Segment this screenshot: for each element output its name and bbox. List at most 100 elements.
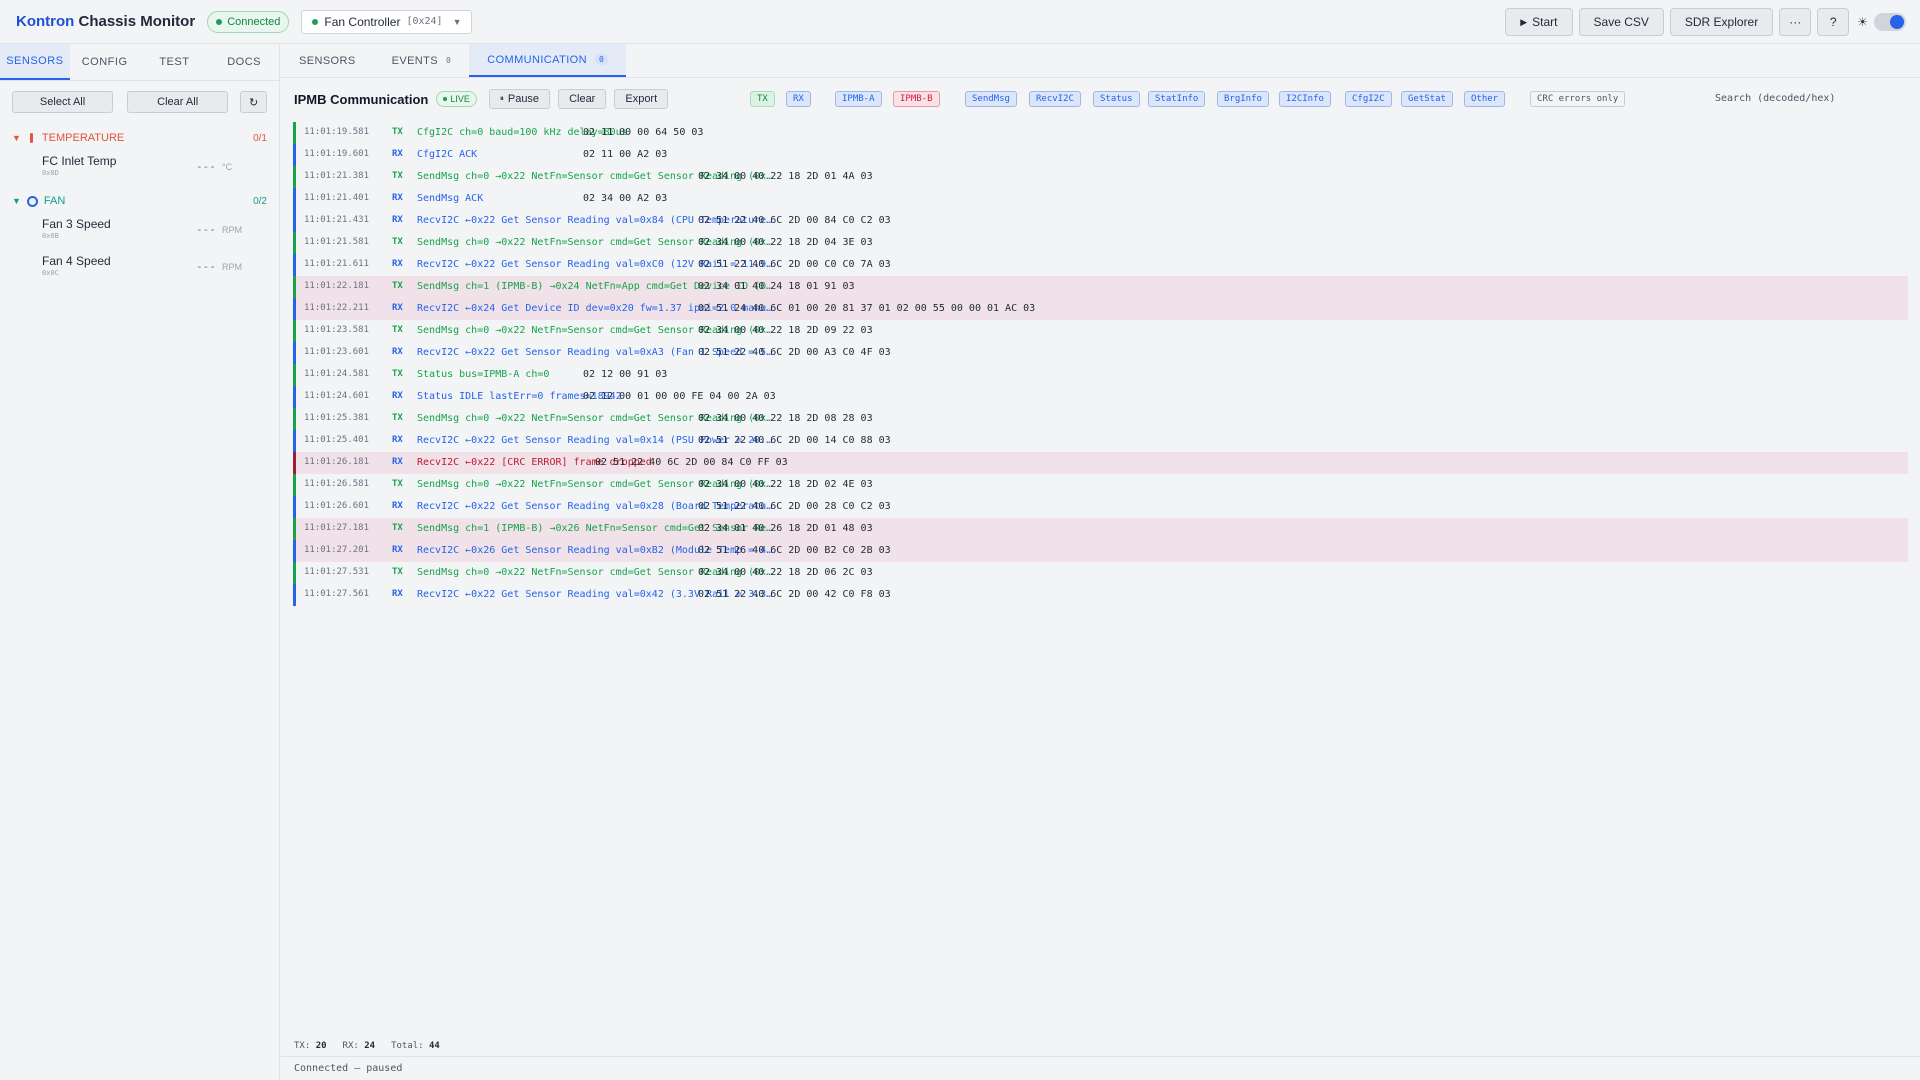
log-hex: 02 51 22 40 6C 2D 00 14 C0 88 03	[698, 435, 891, 446]
sensor-item-fc-inlet-temp[interactable]: FC Inlet Temp 0x0D --- °C	[0, 149, 279, 186]
log-hex: 02 51 22 40 6C 2D 00 84 C0 C2 03	[698, 215, 891, 226]
select-all-button[interactable]: Select All	[12, 91, 114, 113]
log-decoded: SendMsg ACK	[417, 193, 484, 204]
log-direction: TX	[392, 281, 403, 291]
filter-ipmb-b[interactable]: IPMB-B	[893, 91, 940, 107]
log-direction: RX	[392, 347, 403, 357]
log-timestamp: 11:01:25.401	[304, 435, 370, 445]
sidebar-tabs: SENSORS CONFIG TEST DOCS	[0, 44, 279, 81]
filter-ipmb-a[interactable]: IPMB-A	[835, 91, 882, 107]
log-hex: 02 34 01 40 26 18 2D 01 48 03	[698, 523, 873, 534]
log-row[interactable]: 11:01:21.381 TX SendMsg ch=0 →0x22 NetFn=S…	[293, 166, 1908, 188]
refresh-button[interactable]: ↻	[240, 91, 267, 113]
log-row[interactable]: 11:01:23.581 TX SendMsg ch=0 →0x22 NetFn=S…	[293, 320, 1908, 342]
theme-toggle[interactable]	[1874, 13, 1906, 31]
tab-communication[interactable]: COMMUNICATION 0	[469, 44, 627, 77]
fan-icon	[26, 195, 38, 207]
device-selector[interactable]: Fan Controller [0x24] ▼	[301, 9, 473, 34]
log-hex: 02 34 00 A2 03	[583, 193, 668, 204]
tab-label: EVENTS	[391, 54, 439, 67]
log-row[interactable]: 11:01:21.401 RX SendMsg ACK 02 34 00 A2 03	[293, 188, 1908, 210]
log-row[interactable]: 11:01:27.561 RX RecvI2C ←0x22 Get Sensor R…	[293, 584, 1908, 606]
filter-statinfo[interactable]: StatInfo	[1148, 91, 1206, 107]
log-hex: 02 34 00 40 22 18 2D 08 28 03	[698, 413, 873, 424]
log-direction: RX	[392, 501, 403, 511]
filter-recvi2c[interactable]: RecvI2C	[1029, 91, 1081, 107]
tx-label: TX:	[294, 1041, 311, 1051]
search-input[interactable]: Search (decoded/hex)	[1715, 93, 1835, 104]
filter-tx[interactable]: TX	[750, 91, 775, 107]
export-button[interactable]: Export	[614, 89, 669, 109]
tx-count: 20	[315, 1041, 327, 1051]
sun-icon: ☀	[1857, 15, 1868, 29]
log-hex: 02 11 00 A2 03	[583, 149, 668, 160]
sensor-item-fan-3-speed[interactable]: Fan 3 Speed 0x0B --- RPM	[0, 212, 279, 249]
filter-other[interactable]: Other	[1464, 91, 1506, 107]
filter-status[interactable]: Status	[1093, 91, 1140, 107]
clear-all-button[interactable]: Clear All	[127, 91, 229, 113]
more-button[interactable]: ···	[1779, 8, 1812, 36]
log-hex: 02 51 22 40 6C 2D 00 28 C0 C2 03	[698, 501, 891, 512]
log-timestamp: 11:01:21.381	[304, 171, 370, 181]
expand-triangle-icon: ▼	[12, 133, 21, 143]
sidebar-tab-docs[interactable]: DOCS	[209, 44, 279, 80]
log-row[interactable]: 11:01:26.181 RX RecvI2C ←0x22 [CRC ERROR] …	[293, 452, 1908, 474]
sidebar-tab-config[interactable]: CONFIG	[70, 44, 140, 80]
filter-i2cinfo[interactable]: I2CInfo	[1279, 91, 1331, 107]
group-label: FAN	[43, 195, 66, 207]
log-row[interactable]: 11:01:24.601 RX Status IDLE lastErr=0 fram…	[293, 386, 1908, 408]
log-row[interactable]: 11:01:25.381 TX SendMsg ch=0 →0x22 NetFn=S…	[293, 408, 1908, 430]
sidebar-tab-sensors[interactable]: SENSORS	[0, 44, 70, 80]
sensor-address: 0x0D	[42, 169, 59, 177]
log-row[interactable]: 11:01:27.181 TX SendMsg ch=1 (IPMB-B) →0x2…	[293, 518, 1908, 540]
sensor-unit: RPM	[222, 262, 242, 272]
device-address: [0x24]	[406, 16, 443, 27]
filter-getstat[interactable]: GetStat	[1401, 91, 1453, 107]
help-button[interactable]: ?	[1817, 8, 1850, 36]
log-row[interactable]: 11:01:22.181 TX SendMsg ch=1 (IPMB-B) →0x2…	[293, 276, 1908, 298]
tab-events[interactable]: EVENTS 0	[374, 44, 470, 77]
connection-status: Connected	[227, 15, 281, 28]
log-row[interactable]: 11:01:21.611 RX RecvI2C ←0x22 Get Sensor R…	[293, 254, 1908, 276]
pause-label: Pause	[507, 93, 540, 105]
log-row[interactable]: 11:01:26.581 TX SendMsg ch=0 →0x22 NetFn=S…	[293, 474, 1908, 496]
log-row[interactable]: 11:01:21.431 RX RecvI2C ←0x22 Get Sensor R…	[293, 210, 1908, 232]
group-fan[interactable]: ▼ FAN 0/2	[0, 190, 279, 212]
log-row[interactable]: 11:01:25.401 RX RecvI2C ←0x22 Get Sensor R…	[293, 430, 1908, 452]
log-direction: TX	[392, 325, 403, 335]
clear-button[interactable]: Clear	[558, 89, 607, 109]
save-csv-button[interactable]: Save CSV	[1578, 8, 1664, 36]
log-row[interactable]: 11:01:27.531 TX SendMsg ch=0 →0x22 NetFn=S…	[293, 562, 1908, 584]
log-row[interactable]: 11:01:27.201 RX RecvI2C ←0x26 Get Sensor R…	[293, 540, 1908, 562]
group-temperature[interactable]: ▼ TEMPERATURE 0/1	[0, 127, 279, 149]
filter-sendmsg[interactable]: SendMsg	[965, 91, 1017, 107]
log-row[interactable]: 11:01:19.601 RX CfgI2C ACK 02 11 00 A2 03	[293, 144, 1908, 166]
filter-brginfo[interactable]: BrgInfo	[1217, 91, 1269, 107]
status-dot-icon	[216, 18, 223, 25]
log-hex: 02 11 00 00 64 50 03	[583, 127, 704, 138]
log-direction: RX	[392, 259, 403, 269]
filter-cfgi2c[interactable]: CfgI2C	[1345, 91, 1392, 107]
filter-rx[interactable]: RX	[786, 91, 811, 107]
tab-sensors[interactable]: SENSORS	[281, 44, 374, 77]
sidebar-tab-test[interactable]: TEST	[140, 44, 210, 80]
log-row[interactable]: 11:01:19.581 TX CfgI2C ch=0 baud=100 kHz d…	[293, 122, 1908, 144]
crc-errors-only-toggle[interactable]: CRC errors only	[1530, 91, 1626, 107]
sensor-item-fan-4-speed[interactable]: Fan 4 Speed 0x0C --- RPM	[0, 249, 279, 286]
log-hex: 02 34 00 40 22 18 2D 02 4E 03	[698, 479, 873, 490]
pause-button[interactable]: ⏸ Pause	[488, 89, 551, 109]
sdr-explorer-button[interactable]: SDR Explorer	[1669, 8, 1774, 36]
log-direction: RX	[392, 435, 403, 445]
start-button[interactable]: ▶ Start	[1505, 8, 1573, 36]
log-row[interactable]: 11:01:26.601 RX RecvI2C ←0x22 Get Sensor R…	[293, 496, 1908, 518]
device-status-dot-icon	[312, 18, 319, 25]
sensor-value: ---	[196, 260, 216, 273]
log-direction: TX	[392, 369, 403, 379]
log-row[interactable]: 11:01:24.581 TX Status bus=IPMB-A ch=0 02 1…	[293, 364, 1908, 386]
log-row[interactable]: 11:01:21.581 TX SendMsg ch=0 →0x22 NetFn=S…	[293, 232, 1908, 254]
log-row[interactable]: 11:01:22.211 RX RecvI2C ←0x24 Get Device I…	[293, 298, 1908, 320]
total-label: Total:	[391, 1041, 424, 1051]
app-title: Kontron Chassis Monitor	[16, 13, 195, 30]
log-row[interactable]: 11:01:23.601 RX RecvI2C ←0x22 Get Sensor R…	[293, 342, 1908, 364]
group-label: TEMPERATURE	[41, 132, 125, 144]
